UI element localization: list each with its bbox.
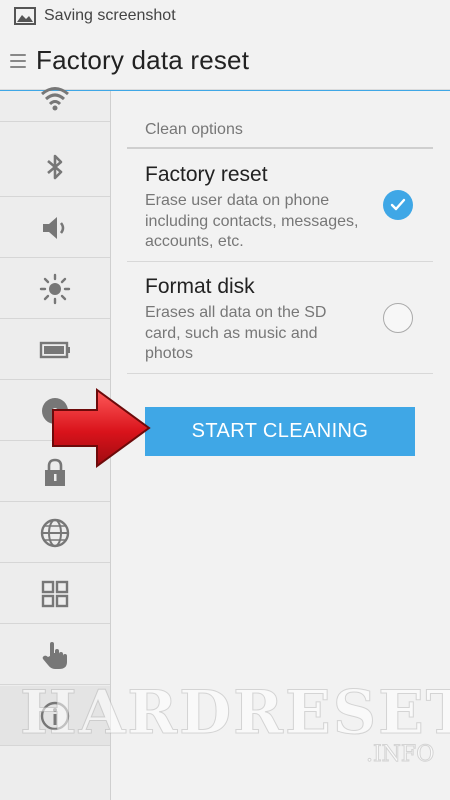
battery-icon	[39, 341, 70, 358]
start-cleaning-button[interactable]: START CLEANING	[145, 407, 415, 456]
option-title: Factory reset	[145, 163, 268, 186]
sidebar-item-bluetooth[interactable]	[0, 137, 110, 197]
status-bar: Saving screenshot	[0, 0, 450, 32]
sidebar-item-apps[interactable]	[0, 564, 110, 624]
section-divider	[127, 147, 433, 149]
sidebar-item-battery[interactable]	[0, 320, 110, 380]
page-title: Factory data reset	[36, 45, 250, 75]
option-factory-reset[interactable]: Factory reset Erase user data on phone i…	[127, 150, 433, 262]
sidebar-item-gestures[interactable]	[0, 625, 110, 685]
wifi-icon	[41, 86, 69, 110]
pointer-arrow-icon	[52, 388, 151, 468]
option-description: Erase user data on phone including conta…	[145, 192, 359, 250]
menu-icon[interactable]	[10, 52, 26, 70]
option-description: Erases all data on the SD card, such as …	[145, 304, 327, 362]
watermark-sub: .INFO	[365, 742, 435, 768]
format-disk-checkbox[interactable]	[383, 303, 413, 333]
brightness-icon	[39, 273, 71, 304]
sidebar-item-wifi[interactable]	[0, 76, 110, 122]
image-icon	[14, 7, 36, 25]
option-format-disk[interactable]: Format disk Erases all data on the SD ca…	[127, 262, 433, 374]
option-title: Format disk	[145, 275, 255, 298]
sidebar-item-sound[interactable]	[0, 198, 110, 258]
volume-icon	[43, 216, 65, 239]
bluetooth-icon	[47, 154, 63, 179]
globe-icon	[40, 518, 70, 547]
section-label: Clean options	[145, 121, 243, 138]
apps-grid-icon	[41, 580, 69, 607]
sidebar-item-display[interactable]	[0, 259, 110, 319]
watermark: HARDRESET	[19, 678, 450, 749]
sidebar-item-language[interactable]	[0, 503, 110, 563]
checkmark-icon	[390, 198, 406, 211]
factory-reset-checkbox[interactable]	[383, 190, 413, 220]
status-text: Saving screenshot	[44, 7, 176, 24]
gesture-hand-icon	[42, 641, 67, 669]
